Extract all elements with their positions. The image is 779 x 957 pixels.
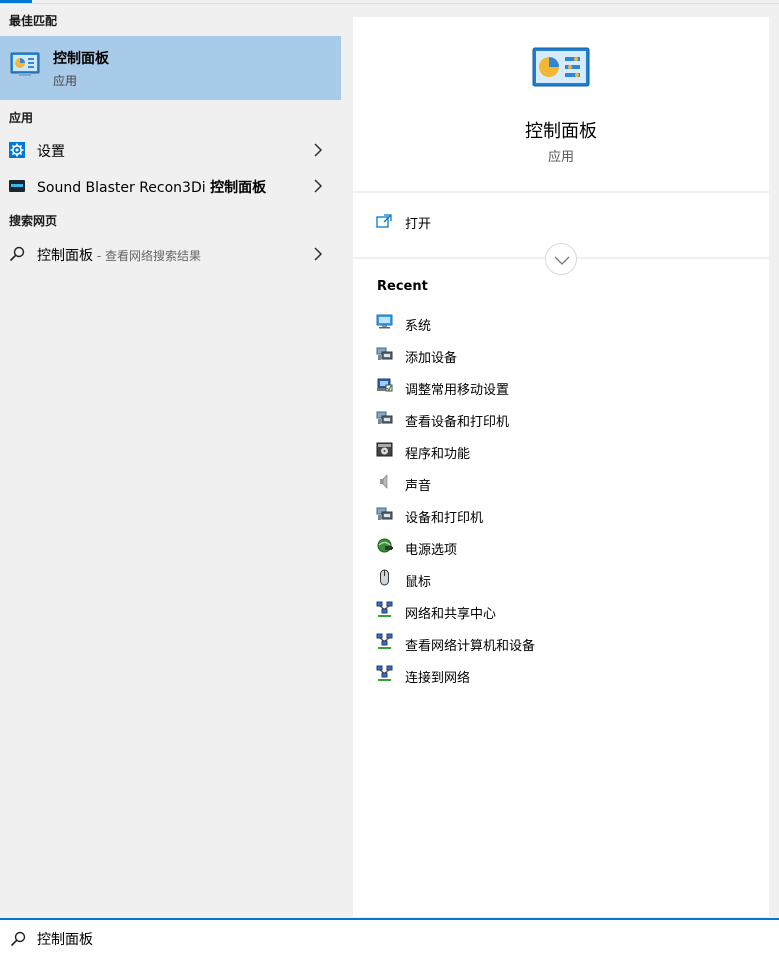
recent-item-label: 添加设备 — [405, 351, 458, 366]
recent-item-connect-network[interactable]: 连接到网络 — [353, 658, 769, 690]
search-input[interactable] — [37, 929, 737, 949]
search-bar — [0, 918, 779, 957]
chevron-right-icon[interactable] — [313, 143, 323, 157]
recent-item-devices-printers[interactable]: 设备和打印机 — [353, 498, 769, 530]
network-icon — [376, 601, 393, 617]
results-pane: 最佳匹配 控制面板 应用 应用 设置 Sound Blaster Recon3D… — [0, 4, 341, 918]
sound-blaster-label-bold: 控制面板 — [210, 180, 267, 196]
recent-item-add-device[interactable]: 添加设备 — [353, 338, 769, 370]
recent-item-label: 网络和共享中心 — [405, 607, 497, 622]
programs-icon — [376, 442, 393, 457]
power-options-icon — [377, 538, 393, 553]
preview-title: 控制面板 — [525, 121, 597, 142]
preview-pane: 控制面板 应用 打开 Recent 系统 添加设备 调整常用移动设置 查看设备和… — [353, 17, 769, 917]
recent-item-label: 调整常用移动设置 — [405, 383, 510, 398]
app-item-sound-blaster[interactable]: Sound Blaster Recon3Di 控制面板 — [0, 169, 341, 203]
open-action[interactable]: 打开 — [353, 205, 769, 239]
recent-item-label: 电源选项 — [405, 543, 458, 558]
speaker-icon — [380, 474, 388, 489]
recent-item-label: 查看网络计算机和设备 — [405, 639, 536, 654]
recent-item-label: 连接到网络 — [405, 671, 471, 686]
devices-printer-icon — [376, 507, 393, 520]
control-panel-icon — [10, 52, 40, 76]
recent-item-label: 设备和打印机 — [405, 511, 484, 526]
recent-item-mouse[interactable]: 鼠标 — [353, 562, 769, 594]
chevron-down-icon — [554, 256, 570, 265]
recent-item-programs-features[interactable]: 程序和功能 — [353, 434, 769, 466]
sound-blaster-icon — [9, 180, 25, 192]
recent-item-system[interactable]: 系统 — [353, 306, 769, 338]
recent-item-sound[interactable]: 声音 — [353, 466, 769, 498]
best-match-header: 最佳匹配 — [9, 14, 58, 28]
web-search-query: 控制面板 — [37, 248, 93, 264]
divider — [353, 191, 769, 193]
recent-item-label: 程序和功能 — [405, 447, 471, 462]
search-icon — [9, 246, 25, 262]
recent-item-label: 声音 — [405, 479, 432, 494]
recent-header: Recent — [377, 279, 428, 294]
recent-item-label: 查看设备和打印机 — [405, 415, 510, 430]
best-match-subtitle: 应用 — [53, 74, 78, 88]
expand-button[interactable] — [545, 243, 577, 275]
app-item-sound-blaster-label: Sound Blaster Recon3Di 控制面板 — [37, 177, 266, 197]
open-icon — [376, 214, 392, 228]
devices-printer-icon — [376, 411, 393, 424]
open-action-label: 打开 — [405, 217, 432, 232]
app-item-settings[interactable]: 设置 — [0, 133, 341, 167]
chevron-right-icon[interactable] — [313, 179, 323, 193]
network-icon — [376, 633, 393, 649]
recent-item-network-center[interactable]: 网络和共享中心 — [353, 594, 769, 626]
best-match-title: 控制面板 — [53, 51, 109, 67]
apps-header: 应用 — [9, 111, 34, 125]
devices-printer-icon — [376, 347, 393, 360]
search-icon — [10, 931, 26, 947]
web-search-suffix: - 查看网络搜索结果 — [93, 249, 201, 263]
mouse-icon — [380, 569, 389, 586]
recent-item-view-network-computers[interactable]: 查看网络计算机和设备 — [353, 626, 769, 658]
control-panel-icon — [532, 47, 590, 87]
recent-item-mobility-settings[interactable]: 调整常用移动设置 — [353, 370, 769, 402]
recent-item-power-options[interactable]: 电源选项 — [353, 530, 769, 562]
recent-item-label: 系统 — [405, 319, 432, 334]
chevron-right-icon[interactable] — [313, 247, 323, 261]
gear-icon — [9, 142, 25, 158]
network-icon — [376, 665, 393, 681]
system-monitor-icon — [376, 314, 393, 329]
web-search-result[interactable]: 控制面板 - 查看网络搜索结果 — [0, 237, 341, 271]
mobility-center-icon — [377, 378, 393, 392]
preview-subtitle: 应用 — [547, 150, 574, 165]
recent-item-view-devices-printers[interactable]: 查看设备和打印机 — [353, 402, 769, 434]
recent-item-label: 鼠标 — [405, 575, 432, 590]
web-search-header: 搜索网页 — [9, 214, 58, 228]
best-match-item[interactable]: 控制面板 应用 — [0, 36, 341, 100]
web-search-result-label: 控制面板 - 查看网络搜索结果 — [37, 245, 201, 265]
app-item-settings-label: 设置 — [37, 144, 65, 160]
sound-blaster-label-prefix: Sound Blaster Recon3Di — [37, 180, 211, 196]
